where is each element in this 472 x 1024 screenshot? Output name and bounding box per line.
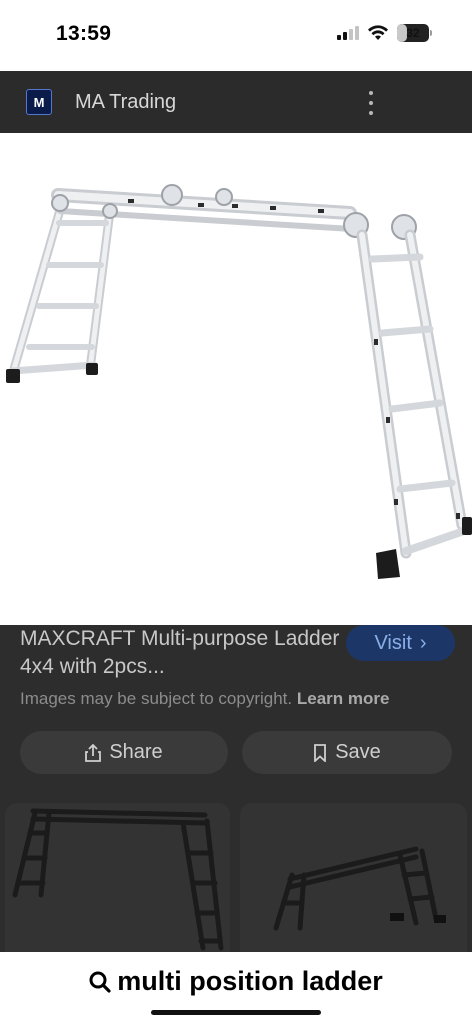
- battery-nub: [430, 30, 432, 36]
- status-time: 13:59: [56, 22, 112, 45]
- result-panel: MAXCRAFT Multi-purpose Ladder 4x4 with 2…: [0, 625, 472, 952]
- status-icons: 32: [337, 24, 432, 42]
- chevron-right-icon: ›: [419, 631, 427, 654]
- bookmark-icon: [314, 743, 327, 762]
- ladder-illustration: [6, 184, 472, 579]
- visit-button[interactable]: Visit ›: [346, 625, 455, 661]
- related-image-thumbnail[interactable]: [5, 803, 230, 952]
- search-bar[interactable]: multi position ladder: [0, 952, 472, 1024]
- result-title[interactable]: MAXCRAFT Multi-purpose Ladder 4x4 with 2…: [20, 625, 340, 681]
- image-source-bar: M MA Trading: [0, 71, 472, 133]
- search-query[interactable]: multi position ladder: [117, 966, 383, 997]
- site-logo-text: M: [33, 94, 45, 110]
- visit-label: Visit: [374, 631, 412, 654]
- site-name[interactable]: MA Trading: [75, 91, 176, 114]
- result-title-text: MAXCRAFT Multi-purpose Ladder 4x4 with 2…: [20, 627, 340, 678]
- ladder-thumbnail-graphic: [273, 846, 446, 931]
- cellular-signal-icon: [337, 26, 359, 40]
- copyright-text: Images may be subject to copyright.: [20, 689, 293, 708]
- home-indicator: [151, 1010, 321, 1015]
- search-row: multi position ladder: [0, 966, 472, 997]
- related-image-thumbnail[interactable]: [240, 803, 467, 952]
- product-image[interactable]: [0, 133, 472, 625]
- site-logo[interactable]: M: [26, 89, 52, 115]
- save-button[interactable]: Save: [242, 731, 452, 774]
- wifi-icon: [368, 25, 388, 40]
- share-button[interactable]: Share: [20, 731, 228, 774]
- share-icon: [85, 743, 102, 762]
- copyright-notice: Images may be subject to copyright. Lear…: [20, 689, 389, 709]
- save-label: Save: [335, 741, 381, 763]
- ladder-thumbnail-graphic: [12, 808, 224, 951]
- learn-more-link[interactable]: Learn more: [297, 689, 390, 708]
- status-bar: 13:59 32: [0, 0, 472, 71]
- battery-indicator: 32: [397, 24, 429, 42]
- more-vert-icon[interactable]: [364, 91, 378, 115]
- search-icon: [89, 971, 111, 993]
- share-label: Share: [109, 741, 163, 763]
- battery-percent: 32: [406, 26, 420, 40]
